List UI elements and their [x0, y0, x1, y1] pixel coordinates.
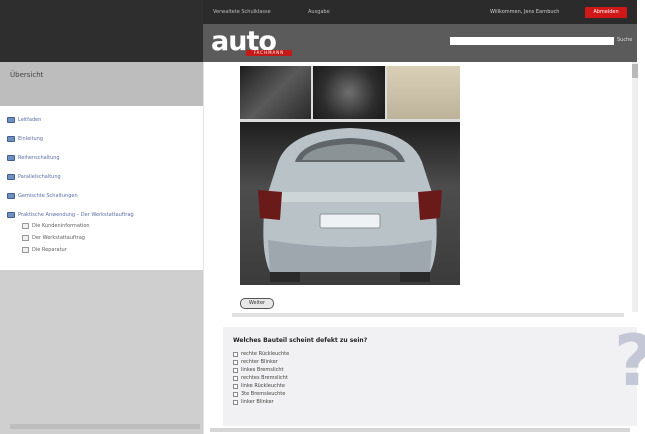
vertical-scrollbar[interactable]: [632, 62, 638, 312]
sidebar-item-label: Praktische Anwendung – Der Werkstattauft…: [18, 212, 134, 218]
sidebar-item-label: Einleitung: [18, 136, 44, 142]
sidebar-subitem[interactable]: Der Werkstattauftrag: [22, 235, 85, 241]
question-mark-icon: ?: [614, 326, 645, 396]
checkbox[interactable]: [233, 359, 238, 365]
search-input[interactable]: [450, 37, 614, 45]
vertical-scrollbar-thumb[interactable]: [632, 64, 638, 78]
checkbox[interactable]: [233, 399, 238, 405]
folder-icon: [7, 212, 15, 218]
answer-label: 3te Bremsleuchte: [241, 391, 286, 397]
folder-icon: [7, 193, 15, 199]
answer-label: rechte Rückleuchte: [241, 351, 290, 357]
answer-label: linker Blinker: [241, 399, 274, 405]
answer-option[interactable]: 3te Bremsleuchte: [233, 391, 285, 397]
folder-icon: [7, 155, 15, 161]
answer-option[interactable]: rechtes Bremslicht: [233, 375, 288, 381]
sidebar-item-label: Reihenschaltung: [18, 155, 60, 161]
sidebar-scrollbar[interactable]: [10, 424, 200, 429]
header-left-panel: [0, 0, 203, 62]
logout-button[interactable]: Abmelden: [585, 7, 627, 18]
answer-label: rechter Blinker: [241, 359, 278, 365]
quiz-question: Welches Bauteil scheint defekt zu sein?: [233, 337, 368, 344]
bottom-scrollbar[interactable]: [210, 428, 630, 432]
answer-option[interactable]: rechte Rückleuchte: [233, 351, 289, 357]
answer-label: rechtes Bremslicht: [241, 375, 288, 381]
sidebar: Übersicht Leitfaden Einleitung Reihensch…: [0, 62, 203, 434]
document-icon: [22, 235, 29, 241]
sidebar-subitem-label: Die Reparatur: [32, 247, 67, 253]
answer-option[interactable]: linke Rückleuchte: [233, 383, 285, 389]
welcome-text: Willkommen, Jens Earnbuch: [490, 9, 560, 15]
sidebar-item[interactable]: Leitfaden: [7, 117, 41, 123]
photo-interior[interactable]: [240, 66, 311, 119]
sidebar-title: Übersicht: [10, 71, 44, 79]
sidebar-tree: Leitfaden Einleitung Reihenschaltung Par…: [0, 106, 203, 270]
checkbox[interactable]: [233, 375, 238, 381]
car-rear-image: [240, 122, 460, 285]
sidebar-subitem[interactable]: Die Kundeninformation: [22, 223, 90, 229]
answer-label: linkes Bremslicht: [241, 367, 284, 373]
image-gallery: [240, 66, 460, 285]
sidebar-item-label: Leitfaden: [18, 117, 42, 123]
sidebar-item[interactable]: Einleitung: [7, 136, 43, 142]
answer-option[interactable]: linker Blinker: [233, 399, 274, 405]
nav-link-ausgabe[interactable]: Ausgabe: [308, 9, 330, 15]
document-icon: [22, 223, 29, 229]
folder-icon: [7, 117, 15, 123]
document-icon: [22, 247, 29, 253]
nav-link-schulklasse[interactable]: Verwaltete Schulklasse: [213, 9, 271, 15]
checkbox[interactable]: [233, 383, 238, 389]
sidebar-item[interactable]: Reihenschaltung: [7, 155, 60, 161]
search-button[interactable]: Suche: [617, 37, 632, 43]
sidebar-item[interactable]: Gemischte Schaltungen: [7, 193, 78, 199]
photo-pedals[interactable]: [387, 66, 460, 119]
car-rear-illustration: [258, 128, 442, 282]
answer-option[interactable]: rechter Blinker: [233, 359, 278, 365]
answer-option[interactable]: linkes Bremslicht: [233, 367, 284, 373]
sidebar-item-label: Parallelschaltung: [18, 174, 61, 180]
answer-label: linke Rückleuchte: [241, 383, 285, 389]
sidebar-item-label: Gemischte Schaltungen: [18, 193, 78, 199]
sidebar-subitem[interactable]: Die Reparatur: [22, 247, 67, 253]
quiz-panel: Welches Bauteil scheint defekt zu sein? …: [223, 327, 637, 426]
sidebar-item[interactable]: Parallelschaltung: [7, 174, 61, 180]
sidebar-item[interactable]: Praktische Anwendung – Der Werkstattauft…: [7, 212, 134, 218]
next-button[interactable]: Weiter: [240, 298, 274, 309]
horizontal-scrollbar[interactable]: [232, 313, 624, 317]
sidebar-subitem-label: Die Kundeninformation: [32, 223, 90, 229]
folder-icon: [7, 174, 15, 180]
checkbox[interactable]: [233, 367, 238, 373]
sidebar-header: Übersicht: [0, 62, 203, 106]
sidebar-subitem-label: Der Werkstattauftrag: [32, 235, 85, 241]
folder-icon: [7, 136, 15, 142]
logo-subtitle: FACHMANN: [246, 50, 292, 56]
checkbox[interactable]: [233, 391, 238, 397]
checkbox[interactable]: [233, 351, 238, 357]
photo-light-switch[interactable]: [313, 66, 385, 119]
